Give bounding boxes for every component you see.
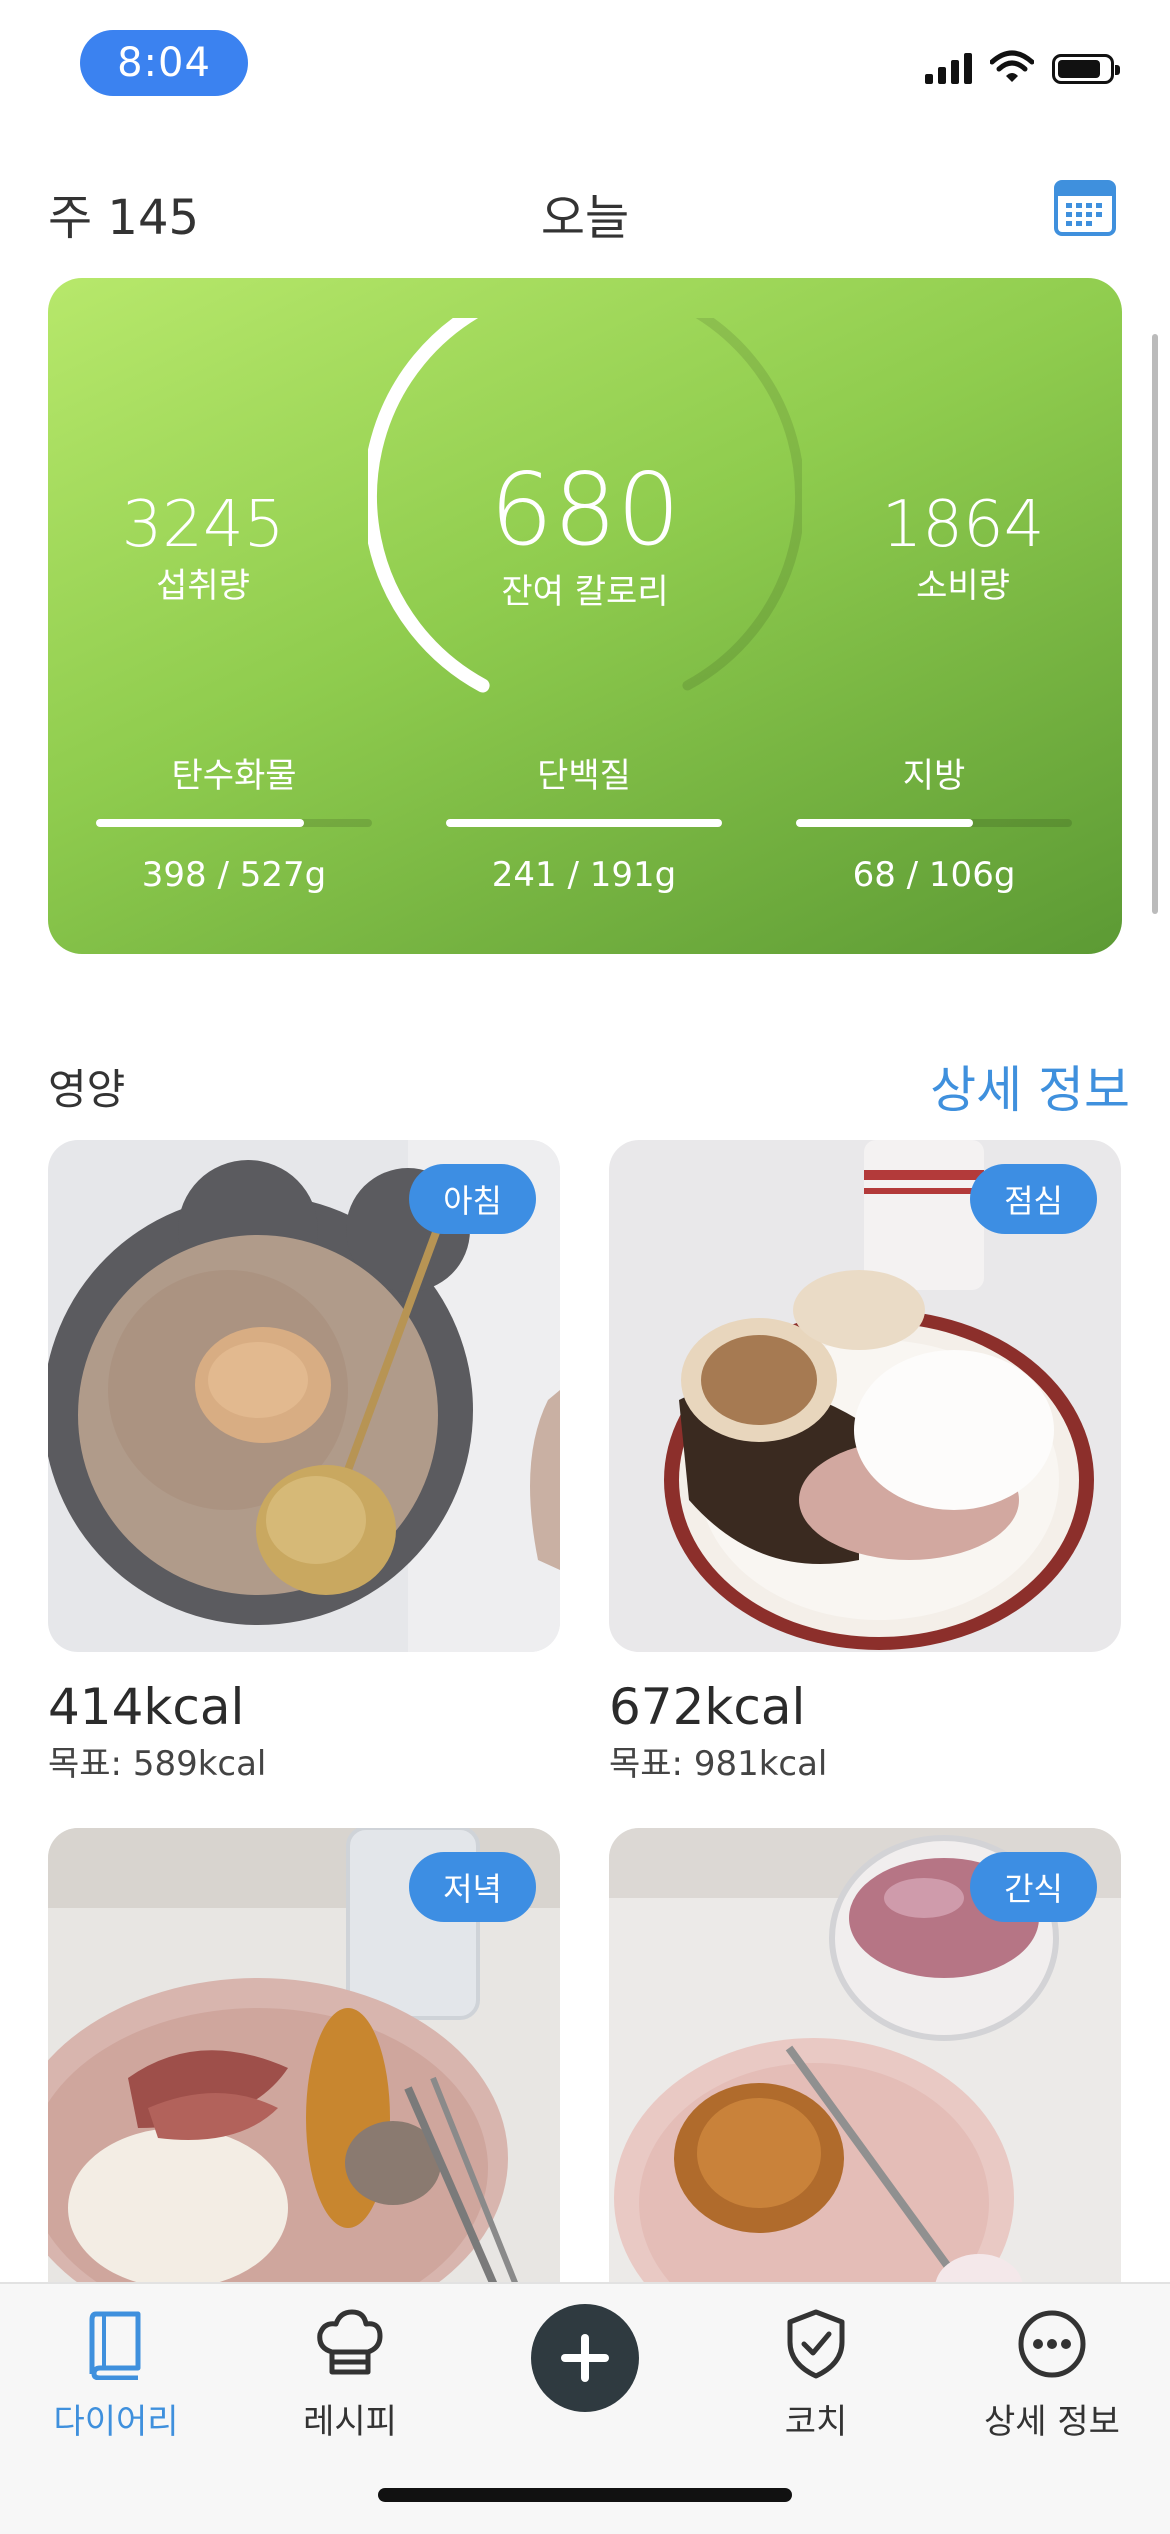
page-title: 오늘	[540, 190, 630, 246]
macro-name: 단백질	[537, 756, 631, 796]
macro-value: 398 / 527g	[141, 855, 327, 895]
shield-check-icon	[787, 2309, 845, 2379]
meal-kcal: 414kcal	[48, 1678, 245, 1736]
tab-coach[interactable]: 코치	[706, 2304, 926, 2443]
macro-progress-track	[446, 819, 722, 827]
meal-card-snack[interactable]: 간식	[609, 1828, 1121, 2340]
meal-card-lunch[interactable]: 점심 672kcal 목표: 981kcal	[609, 1140, 1121, 1785]
book-icon	[89, 2311, 141, 2380]
scrollbar[interactable]	[1152, 334, 1158, 914]
calorie-summary-card[interactable]: 3245 섭취량 680 잔여 칼로리 1864 소비량 탄수화물 398 / …	[48, 278, 1122, 954]
details-link[interactable]: 상세 정보	[930, 1050, 1130, 1122]
wifi-icon	[990, 50, 1034, 82]
tab-recipes[interactable]: 레시피	[240, 2304, 460, 2443]
tab-label: 레시피	[303, 2402, 397, 2442]
more-icon	[1018, 2310, 1086, 2378]
status-icons	[925, 50, 1120, 84]
meal-card-dinner[interactable]: 저녁	[48, 1828, 560, 2340]
meal-tag: 간식	[970, 1852, 1097, 1922]
tab-label: 코치	[784, 2402, 848, 2442]
macro-name: 탄수화물	[171, 756, 297, 796]
macro-progress-bar	[446, 819, 722, 827]
macro-value: 68 / 106g	[852, 855, 1016, 895]
meal-goal: 목표: 981kcal	[609, 1744, 828, 1784]
status-time: 8:04	[80, 30, 248, 96]
meal-photo[interactable]: 아침	[48, 1140, 560, 1652]
meal-tag: 저녁	[409, 1852, 536, 1922]
burned-stat: 1864 소비량	[848, 488, 1078, 607]
burned-label: 소비량	[916, 566, 1010, 606]
macro-progress-bar	[96, 819, 305, 827]
cellular-signal-icon	[925, 50, 972, 84]
meal-photo[interactable]: 저녁	[48, 1828, 560, 2340]
battery-icon	[1052, 54, 1120, 84]
macro-progress-bar	[796, 819, 973, 827]
home-indicator	[378, 2488, 792, 2502]
macro-progress-track	[96, 819, 372, 827]
macro-name: 지방	[902, 756, 966, 796]
macro-fat: 지방 68 / 106g	[796, 748, 1072, 895]
meal-card-breakfast[interactable]: 아침 414kcal 목표: 589kcal	[48, 1140, 560, 1785]
chef-hat-icon	[317, 2309, 383, 2375]
tab-more[interactable]: 상세 정보	[942, 2304, 1162, 2443]
macro-carbs: 탄수화물 398 / 527g	[96, 748, 372, 895]
meal-kcal: 672kcal	[609, 1678, 806, 1736]
macro-progress-track	[796, 819, 1072, 827]
meal-photo[interactable]: 간식	[609, 1828, 1121, 2340]
meal-goal: 목표: 589kcal	[48, 1744, 267, 1784]
section-title: 영양	[48, 1065, 126, 1114]
tab-label: 상세 정보	[984, 2402, 1120, 2442]
plus-icon	[561, 2334, 609, 2382]
tab-label: 다이어리	[53, 2402, 179, 2442]
meal-photo[interactable]: 점심	[609, 1140, 1121, 1652]
macro-protein: 단백질 241 / 191g	[446, 748, 722, 895]
meal-tag: 점심	[970, 1164, 1097, 1234]
macro-value: 241 / 191g	[491, 855, 677, 895]
calendar-icon[interactable]	[1054, 178, 1116, 236]
burned-value: 1864	[881, 488, 1045, 562]
tab-diary[interactable]: 다이어리	[6, 2304, 226, 2443]
add-button[interactable]	[531, 2304, 639, 2412]
meal-tag: 아침	[409, 1164, 536, 1234]
